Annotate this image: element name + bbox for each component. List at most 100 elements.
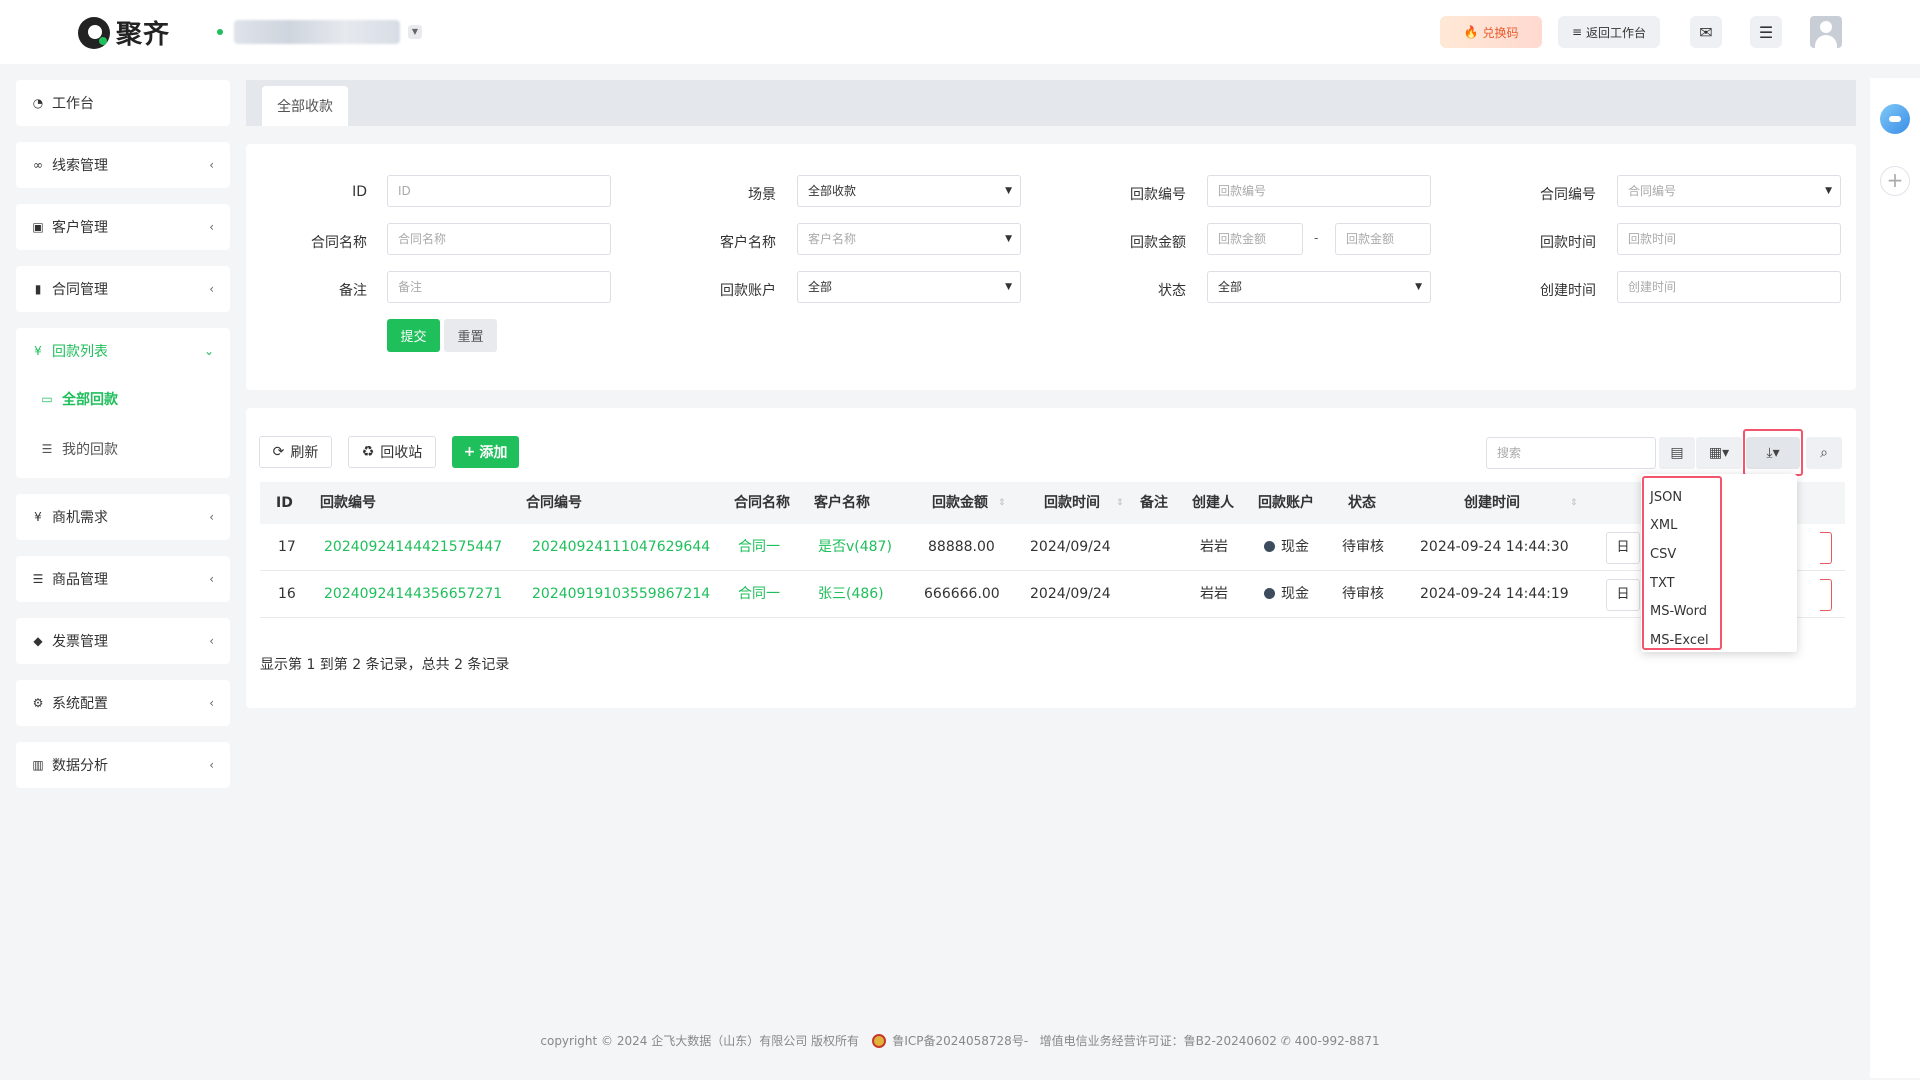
filter-label-receipt-time: 回款时间: [1540, 235, 1596, 251]
sidebar-subitem-my-receipts[interactable]: ☰ 我的回款: [16, 424, 230, 474]
chevron-left-icon: ‹: [209, 634, 214, 648]
sidebar-item-label: 客户管理: [52, 220, 108, 236]
row-action-button[interactable]: 日: [1606, 579, 1640, 611]
chat-assistant-icon[interactable]: [1880, 104, 1910, 134]
org-caret-icon[interactable]: ▼: [408, 25, 422, 39]
tab-all-receipts[interactable]: 全部收款: [262, 86, 348, 126]
sidebar-item-contracts[interactable]: ▮ 合同管理 ‹: [16, 266, 230, 312]
redeem-code-button[interactable]: 🔥 兑换码: [1440, 16, 1542, 48]
account-select[interactable]: 全部 ▼: [797, 271, 1021, 303]
add-shortcut-icon[interactable]: +: [1880, 166, 1910, 196]
cell-status: 待审核: [1342, 539, 1384, 555]
back-label: 返回工作台: [1586, 25, 1647, 40]
chevron-down-icon: ⌄: [203, 344, 214, 358]
scene-select[interactable]: 全部收款 ▼: [797, 175, 1021, 207]
column-header-id[interactable]: ID: [276, 482, 293, 524]
column-header-account[interactable]: 回款账户: [1258, 482, 1314, 524]
export-options-highlight: [1642, 476, 1722, 650]
row-delete-button[interactable]: [1820, 579, 1832, 611]
table-search-input[interactable]: 搜索: [1486, 437, 1656, 469]
org-selector[interactable]: [234, 20, 400, 44]
column-header-amount[interactable]: 回款金额: [932, 482, 988, 524]
sidebar-subitem-all-receipts[interactable]: ▭ 全部回款: [16, 374, 230, 424]
hamburger-menu-icon[interactable]: ☰: [1750, 16, 1782, 48]
column-header-note[interactable]: 备注: [1140, 482, 1168, 524]
yen-icon: ¥: [34, 344, 42, 358]
chevron-left-icon: ‹: [209, 572, 214, 586]
customer-name-select[interactable]: 客户名称 ▼: [797, 223, 1021, 255]
cell-customer-link[interactable]: 是否v(487): [818, 524, 892, 571]
recycle-bin-button[interactable]: ♻ 回收站: [348, 436, 436, 468]
contract-no-select[interactable]: 合同编号 ▼: [1617, 175, 1841, 207]
cell-account: 现金: [1264, 524, 1309, 571]
sort-icon[interactable]: ⇕: [1570, 482, 1578, 524]
id-card-icon: ▣: [32, 220, 44, 234]
column-header-contract-no[interactable]: 合同编号: [526, 482, 582, 524]
cell-created-time: 2024-09-24 14:44:30: [1420, 539, 1569, 555]
sidebar-item-label: 商品管理: [52, 572, 108, 588]
footer-phone: 400-992-8871: [1294, 1034, 1380, 1048]
toggle-view-icon[interactable]: ▤: [1659, 437, 1695, 469]
user-avatar[interactable]: [1810, 16, 1842, 48]
sidebar-item-products[interactable]: ☰ 商品管理 ‹: [16, 556, 230, 602]
sidebar-item-opportunities[interactable]: ¥ 商机需求 ‹: [16, 494, 230, 540]
cell-receipt-no-link[interactable]: 20240924144356657271: [324, 571, 502, 618]
row-action-button[interactable]: 日: [1606, 532, 1640, 564]
contract-name-input[interactable]: 合同名称: [387, 223, 611, 255]
sidebar-item-analytics[interactable]: ▥ 数据分析 ‹: [16, 742, 230, 788]
column-header-receipt-no[interactable]: 回款编号: [320, 482, 376, 524]
bookmark-icon: ▮: [34, 282, 42, 296]
search-icon[interactable]: ⌕: [1806, 437, 1842, 469]
status-select[interactable]: 全部 ▼: [1207, 271, 1431, 303]
cell-contract-name-link[interactable]: 合同一: [738, 524, 780, 571]
org-status-dot: [217, 29, 223, 35]
filter-panel: ID ID 场景 全部收款 ▼ 回款编号 回款编号 合同编号 合同编号 ▼ 合同名称…: [246, 144, 1856, 390]
amount-max-input[interactable]: 回款金额: [1335, 223, 1431, 255]
submit-button[interactable]: 提交: [387, 319, 440, 352]
filter-label-receipt-no: 回款编号: [1130, 187, 1186, 203]
sort-icon[interactable]: ⇕: [1116, 482, 1124, 524]
mail-icon[interactable]: ✉: [1690, 16, 1722, 48]
cell-creator: 岩岩: [1200, 539, 1228, 555]
footer-icp-link[interactable]: 鲁ICP备2024058728号-: [892, 1034, 1028, 1048]
list-icon: ☰: [41, 442, 53, 456]
top-header: 聚齐 ▼ 🔥 兑换码 ≡ 返回工作台 ✉ ☰: [0, 0, 1920, 64]
tag-icon: ◆: [33, 634, 43, 648]
note-input[interactable]: 备注: [387, 271, 611, 303]
brand-logo[interactable]: 聚齐: [78, 14, 170, 51]
cell-contract-name-link[interactable]: 合同一: [738, 571, 780, 618]
cell-customer-link[interactable]: 张三(486): [818, 571, 884, 618]
brand-name: 聚齐: [116, 20, 171, 50]
column-header-contract-name[interactable]: 合同名称: [734, 482, 790, 524]
sidebar-item-invoices[interactable]: ◆ 发票管理 ‹: [16, 618, 230, 664]
reset-button[interactable]: 重置: [444, 319, 497, 352]
cell-created-time: 2024-09-24 14:44:19: [1420, 586, 1569, 602]
receipt-time-input[interactable]: 回款时间: [1617, 223, 1841, 255]
sidebar-item-workbench[interactable]: ◔ 工作台: [16, 80, 230, 126]
column-header-status[interactable]: 状态: [1348, 482, 1376, 524]
column-header-creator[interactable]: 创建人: [1192, 482, 1234, 524]
column-header-created-time[interactable]: 创建时间: [1464, 482, 1520, 524]
id-input[interactable]: ID: [387, 175, 611, 207]
columns-icon[interactable]: ▦▾: [1696, 437, 1742, 469]
sort-icon[interactable]: ⇕: [998, 482, 1006, 524]
sidebar-item-leads[interactable]: ∞ 线索管理 ‹: [16, 142, 230, 188]
created-time-input[interactable]: 创建时间: [1617, 271, 1841, 303]
column-header-receipt-time[interactable]: 回款时间: [1044, 482, 1100, 524]
receipt-no-input[interactable]: 回款编号: [1207, 175, 1431, 207]
caret-down-icon: ▼: [1005, 282, 1012, 292]
cell-contract-no-link[interactable]: 20240924111047629644: [532, 524, 710, 571]
amount-min-input[interactable]: 回款金额: [1207, 223, 1303, 255]
row-delete-button[interactable]: [1820, 532, 1832, 564]
back-to-workbench-button[interactable]: ≡ 返回工作台: [1558, 16, 1660, 48]
column-header-customer-name[interactable]: 客户名称: [814, 482, 870, 524]
sidebar-item-settings[interactable]: ⚙ 系统配置 ‹: [16, 680, 230, 726]
add-button[interactable]: + 添加: [452, 436, 519, 468]
sidebar-item-receipts[interactable]: ¥ 回款列表 ⌄: [16, 328, 230, 374]
add-label: 添加: [479, 445, 508, 461]
cell-receipt-no-link[interactable]: 20240924144421575447: [324, 524, 502, 571]
sidebar-item-customers[interactable]: ▣ 客户管理 ‹: [16, 204, 230, 250]
refresh-button[interactable]: ⟳ 刷新: [259, 436, 332, 468]
chevron-left-icon: ‹: [209, 282, 214, 296]
cell-contract-no-link[interactable]: 20240919103559867214: [532, 571, 710, 618]
